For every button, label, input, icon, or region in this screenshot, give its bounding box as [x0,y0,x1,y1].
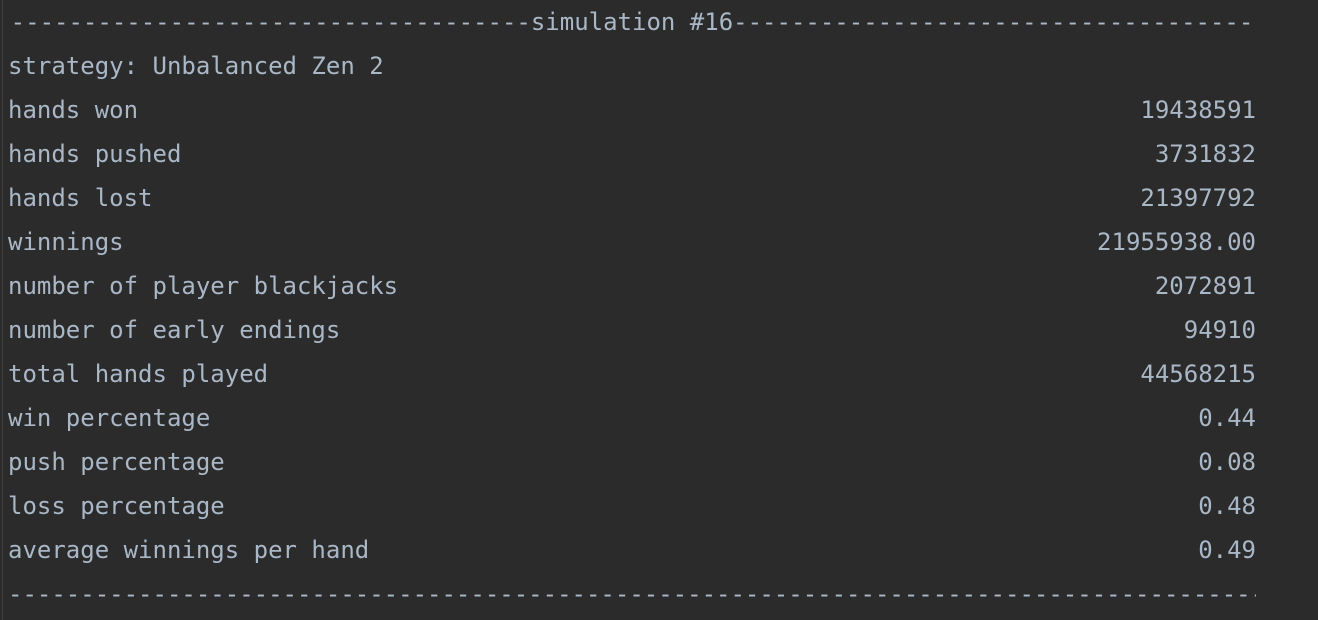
stat-value: 0.08 [1198,448,1256,476]
footer-separator: ----------------------------------------… [8,572,1256,616]
header-dashes-left: ----------------------------------------… [8,8,531,36]
strategy-line: strategy: Unbalanced Zen 2 [8,52,384,80]
stat-value: 94910 [1183,316,1256,344]
stat-label: hands lost [8,184,153,212]
stat-label: number of early endings [8,316,341,344]
stat-value: 3731832 [1154,140,1256,168]
stat-row: hands pushed 3731832 [8,132,1256,176]
stat-label: number of player blackjacks [8,272,399,300]
stat-row: push percentage 0.08 [8,440,1256,484]
stat-value: 0.44 [1198,404,1256,432]
stat-row: hands lost 21397792 [8,176,1256,220]
editor-gutter-line [2,0,3,620]
stat-label: winnings [8,228,124,256]
stat-label: hands pushed [8,140,182,168]
stat-label: total hands played [8,360,269,388]
stat-value: 44568215 [1140,360,1256,388]
footer-dashes: ----------------------------------------… [8,580,1256,608]
stat-row: average winnings per hand 0.49 [8,528,1256,572]
stat-value: 0.49 [1198,536,1256,564]
stat-row: total hands played 44568215 [8,352,1256,396]
stat-value: 21397792 [1140,184,1256,212]
stat-row: number of player blackjacks 2072891 [8,264,1256,308]
header-separator: ----------------------------------------… [8,0,1256,44]
stat-value: 21955938.00 [1097,228,1256,256]
simulation-title: simulation #16 [530,8,734,36]
stat-row: win percentage 0.44 [8,396,1256,440]
stat-row: number of early endings 94910 [8,308,1256,352]
stat-value: 2072891 [1154,272,1256,300]
stat-row: hands won 19438591 [8,88,1256,132]
stat-label: win percentage [8,404,211,432]
header-dashes-right: ----------------------------------------… [733,8,1256,36]
stat-label: loss percentage [8,492,225,520]
stat-row: winnings 21955938.00 [8,220,1256,264]
stat-value: 19438591 [1140,96,1256,124]
stat-label: average winnings per hand [8,536,370,564]
stat-value: 0.48 [1198,492,1256,520]
stat-label: hands won [8,96,139,124]
stat-row: loss percentage 0.48 [8,484,1256,528]
stat-label: push percentage [8,448,225,476]
